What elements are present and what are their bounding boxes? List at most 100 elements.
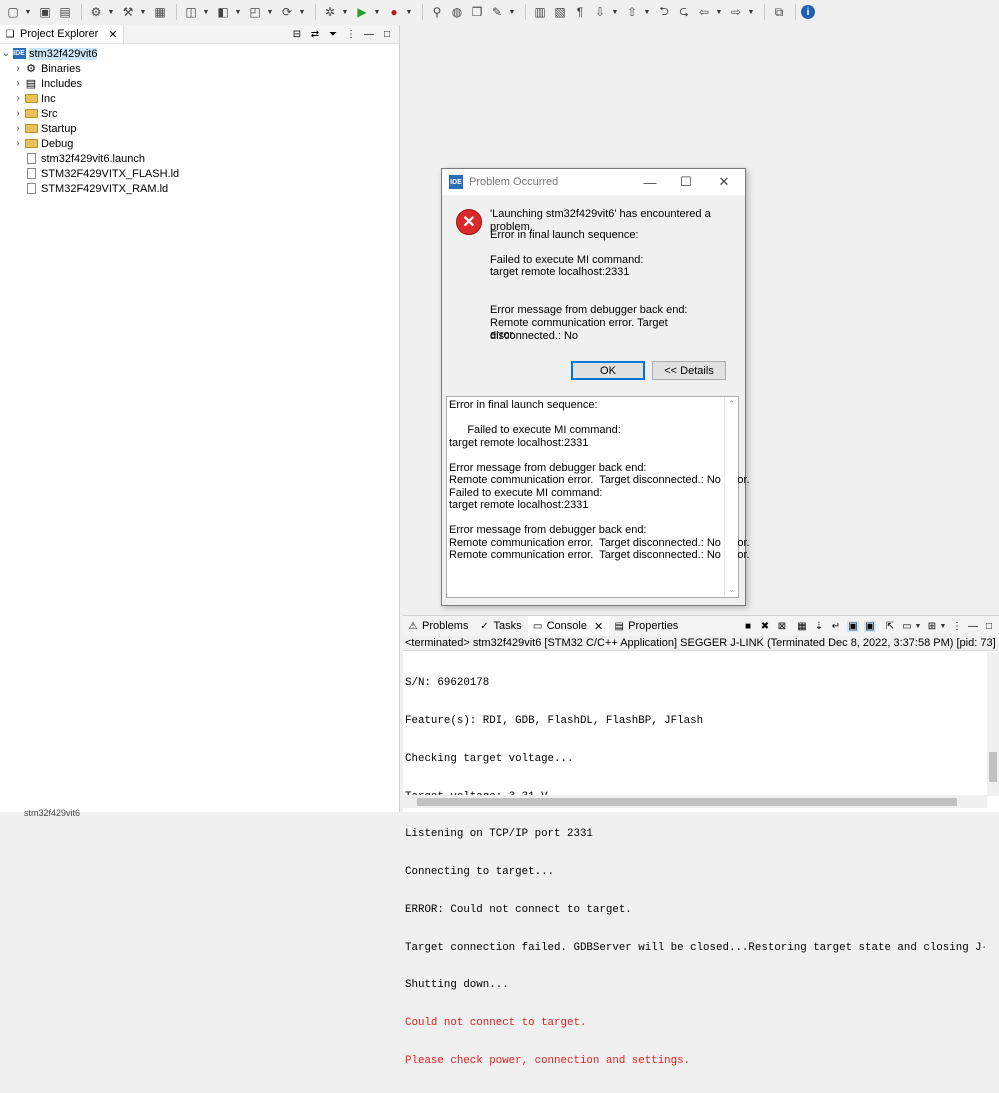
minimize-icon[interactable]: — <box>632 169 668 195</box>
prev-annotation-dropdown[interactable]: ▼ <box>643 3 651 21</box>
open-type-icon[interactable]: ◍ <box>448 3 466 21</box>
external-tools-dropdown[interactable]: ▼ <box>405 3 413 21</box>
external-tools-icon[interactable]: ● <box>385 3 403 21</box>
run-icon[interactable]: ▶ <box>353 3 371 21</box>
debug-bug-icon[interactable]: ✲ <box>321 3 339 21</box>
new-dropdown[interactable]: ▼ <box>24 3 32 21</box>
scroll-thumb[interactable] <box>989 752 997 782</box>
remove-launch-icon[interactable]: ✖ <box>759 621 771 632</box>
tab-properties[interactable]: ▤ Properties <box>609 616 684 636</box>
clear-console-icon[interactable]: ▦ <box>796 621 808 632</box>
tree-item-ram-ld[interactable]: STM32F429VITX_RAM.ld <box>0 181 399 196</box>
chevron-down-icon[interactable]: ⌄ <box>0 48 12 59</box>
tree-item-inc[interactable]: › Inc <box>0 91 399 106</box>
pen-icon[interactable]: ✎ <box>488 3 506 21</box>
console-hscrollbar[interactable] <box>403 795 987 808</box>
tree-item-includes[interactable]: › ▤ Includes <box>0 76 399 91</box>
tab-console[interactable]: ▭ Console ✕ <box>527 616 610 636</box>
tree-item-project[interactable]: ⌄ IDE stm32f429vit6 <box>0 46 399 61</box>
chevron-right-icon[interactable]: › <box>12 138 24 149</box>
mark-icon[interactable]: ▧ <box>551 3 569 21</box>
debug-dropdown[interactable]: ▼ <box>341 3 349 21</box>
new-project-dropdown[interactable]: ▼ <box>202 3 210 21</box>
settings-icon[interactable]: ⚙ <box>87 3 105 21</box>
details-scrollbar[interactable]: ⌃ ⌄ <box>724 397 738 597</box>
settings-dropdown[interactable]: ▼ <box>107 3 115 21</box>
scroll-thumb[interactable] <box>417 798 957 806</box>
view-menu-icon[interactable]: ⋮ <box>345 29 357 40</box>
show-on-output-icon[interactable]: ▣ <box>847 620 859 632</box>
info-icon[interactable]: i <box>801 5 815 19</box>
binary-icon[interactable]: ▦ <box>151 3 169 21</box>
tab-project-explorer[interactable]: ❏ Project Explorer ✕ <box>0 25 125 43</box>
refresh-dropdown[interactable]: ▼ <box>298 3 306 21</box>
details-textarea[interactable]: Error in final launch sequence: Failed t… <box>446 396 750 598</box>
terminate-icon[interactable]: ■ <box>742 621 754 632</box>
pen-dropdown[interactable]: ▼ <box>508 3 516 21</box>
build-hammer-icon[interactable]: ⚒ <box>119 3 137 21</box>
close-icon[interactable]: ✕ <box>594 620 603 633</box>
toggle-icon[interactable]: ▥ <box>531 3 549 21</box>
open-console-dropdown[interactable]: ▼ <box>939 617 947 635</box>
tab-tasks[interactable]: ✓ Tasks <box>474 616 527 636</box>
forward-dropdown[interactable]: ▼ <box>747 3 755 21</box>
back-arrow-icon[interactable]: ⇦ <box>695 3 713 21</box>
chevron-right-icon[interactable]: › <box>12 63 24 74</box>
chevron-right-icon[interactable]: › <box>12 78 24 89</box>
chevron-down-icon[interactable]: ⌄ <box>725 584 738 595</box>
minimize-icon[interactable]: — <box>967 621 979 632</box>
maximize-icon[interactable]: □ <box>381 29 393 40</box>
dialog-titlebar[interactable]: IDE Problem Occurred — ☐ ✕ <box>442 169 745 195</box>
back-dropdown[interactable]: ▼ <box>715 3 723 21</box>
scroll-lock-icon[interactable]: ⇣ <box>813 621 825 632</box>
word-wrap-icon[interactable]: ↵ <box>830 621 842 632</box>
build-dropdown[interactable]: ▼ <box>139 3 147 21</box>
tree-item-src[interactable]: › Src <box>0 106 399 121</box>
refresh-icon[interactable]: ⟳ <box>278 3 296 21</box>
save-all-icon[interactable]: ▤ <box>56 3 74 21</box>
filter-icon[interactable]: ⏷ <box>327 29 339 40</box>
open-console-icon[interactable]: ⊞ <box>926 621 938 632</box>
display-console-icon[interactable]: ▭ <box>901 621 913 632</box>
link-with-editor-icon[interactable]: ⇄ <box>309 29 321 40</box>
new-project-icon[interactable]: ◫ <box>182 3 200 21</box>
remove-all-icon[interactable]: ⊠ <box>776 621 788 632</box>
new-class-icon[interactable]: ◧ <box>214 3 232 21</box>
chevron-up-icon[interactable]: ⌃ <box>725 399 738 410</box>
minimize-icon[interactable]: — <box>363 29 375 40</box>
last-edit-icon[interactable]: ⮌ <box>655 3 673 21</box>
chevron-right-icon[interactable]: › <box>12 93 24 104</box>
next-annotation-icon[interactable]: ⇩ <box>591 3 609 21</box>
prev-annotation-icon[interactable]: ⇧ <box>623 3 641 21</box>
tree-item-binaries[interactable]: › ⚙ Binaries <box>0 61 399 76</box>
tree-item-flash-ld[interactable]: STM32F429VITX_FLASH.ld <box>0 166 399 181</box>
chevron-right-icon[interactable]: › <box>12 123 24 134</box>
new-file-icon[interactable]: ◰ <box>246 3 264 21</box>
new-icon[interactable]: ▢ <box>4 3 22 21</box>
new-file-dropdown[interactable]: ▼ <box>266 3 274 21</box>
forward-edit-icon[interactable]: ⮎ <box>675 3 693 21</box>
close-icon[interactable]: ✕ <box>108 28 117 41</box>
open-folder-icon[interactable]: ❐ <box>468 3 486 21</box>
view-menu-icon[interactable]: ⋮ <box>951 621 963 632</box>
search-icon[interactable]: ⚲ <box>428 3 446 21</box>
console-vscrollbar[interactable] <box>987 652 999 796</box>
console-output[interactable]: S/N: 69620178 Feature(s): RDI, GDB, Flas… <box>405 652 985 1093</box>
chevron-right-icon[interactable]: › <box>12 108 24 119</box>
tree-item-startup[interactable]: › Startup <box>0 121 399 136</box>
save-icon[interactable]: ▣ <box>36 3 54 21</box>
next-annotation-dropdown[interactable]: ▼ <box>611 3 619 21</box>
collapse-all-icon[interactable]: ⊟ <box>291 29 303 40</box>
paragraph-icon[interactable]: ¶ <box>571 3 589 21</box>
display-console-dropdown[interactable]: ▼ <box>914 617 922 635</box>
run-dropdown[interactable]: ▼ <box>373 3 381 21</box>
details-button[interactable]: << Details <box>652 361 726 380</box>
tab-problems[interactable]: ⚠ Problems <box>403 616 474 636</box>
close-icon[interactable]: ✕ <box>706 169 742 195</box>
show-on-error-icon[interactable]: ▣ <box>864 620 876 632</box>
new-class-dropdown[interactable]: ▼ <box>234 3 242 21</box>
maximize-icon[interactable]: ☐ <box>668 169 704 195</box>
ok-button[interactable]: OK <box>571 361 645 380</box>
tree-item-debug[interactable]: › Debug <box>0 136 399 151</box>
open-perspective-icon[interactable]: ⧉ <box>770 3 788 21</box>
